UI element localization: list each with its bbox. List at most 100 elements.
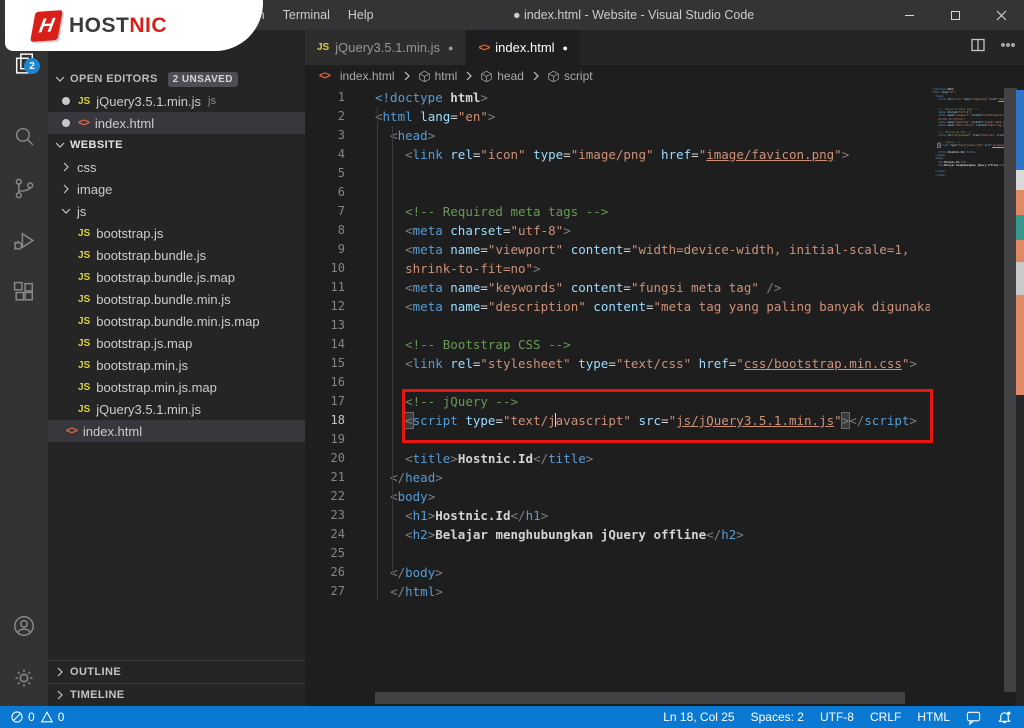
tree-file-bootstrap.min.js[interactable]: JS bootstrap.min.js [48, 354, 305, 376]
code-line[interactable]: 1 <!doctype html> [305, 88, 930, 107]
breadcrumb-item[interactable]: index.html [339, 69, 396, 83]
tree-file-index.html[interactable]: <> index.html [48, 420, 305, 442]
extensions-icon[interactable] [0, 268, 48, 316]
code-line[interactable]: 20 <title>Hostnic.Id</title> [305, 449, 930, 468]
line-number: 1 [337, 90, 345, 104]
open-editors-header[interactable]: OPEN EDITORS 2 UNSAVED [48, 68, 305, 90]
breadcrumb-item[interactable]: head [496, 69, 525, 83]
code-line[interactable]: 22 <body> [305, 487, 930, 506]
code-token: "image/png" [570, 147, 654, 162]
horizontal-scrollbar[interactable] [375, 692, 905, 704]
status-item-1[interactable]: Spaces: 2 [751, 710, 804, 724]
code-line[interactable]: 23 <h1>Hostnic.Id</h1> [305, 506, 930, 525]
minimize-button[interactable] [886, 0, 932, 30]
item-label: bootstrap.bundle.min.js [96, 291, 231, 307]
code-token: head [405, 470, 436, 485]
status-item-2[interactable]: UTF-8 [820, 710, 854, 724]
tree-folder-js[interactable]: js [48, 200, 305, 222]
code-token: rel [450, 356, 473, 371]
notifications-bell-icon[interactable] [997, 710, 1012, 725]
code-line[interactable]: 13 [305, 316, 930, 335]
code-line[interactable]: 10 shrink-to-fit=no"> [305, 259, 930, 278]
js-file-icon: JS [78, 95, 91, 107]
settings-gear-icon[interactable] [0, 654, 48, 702]
tab-index.html[interactable]: <> index.html ● [466, 30, 580, 65]
code-line[interactable]: 8 <meta charset="utf-8"> [305, 221, 930, 240]
panel-label: OUTLINE [70, 666, 122, 678]
chevron-down-icon [52, 71, 68, 87]
symbol-cube-icon [480, 70, 493, 83]
feedback-icon[interactable] [966, 710, 981, 725]
code-token: > [487, 109, 496, 124]
code-line[interactable]: 25 [305, 544, 930, 563]
open-editor-item[interactable]: <> index.html [48, 112, 305, 134]
errors-indicator[interactable]: 0 [10, 710, 35, 724]
breadcrumb: <> index.html html head script [319, 65, 594, 87]
status-item-3[interactable]: CRLF [870, 710, 901, 724]
minimap[interactable]: <!doctype html> <html lang="en"> <head> <… [932, 88, 1004, 228]
tree-file-jQuery3.5.1.min.js[interactable]: JS jQuery3.5.1.min.js [48, 398, 305, 420]
explorer-badge: 2 [24, 58, 40, 74]
js-file-icon: JS [78, 249, 91, 261]
code-line[interactable]: 14 <!-- Bootstrap CSS --> [305, 335, 930, 354]
line-content: <h1>Hostnic.Id</h1> [375, 506, 548, 525]
code-line[interactable]: 3 <head> [305, 126, 930, 145]
code-line[interactable]: 2 <html lang="en"> [305, 107, 930, 126]
code-line[interactable]: 6 [305, 183, 930, 202]
breadcrumb-item[interactable]: script [563, 69, 594, 83]
close-button[interactable] [978, 0, 1024, 30]
tree-file-bootstrap.bundle.js.map[interactable]: JS bootstrap.bundle.js.map [48, 266, 305, 288]
code-line[interactable]: 24 <h2>Belajar menghubungkan jQuery offl… [305, 525, 930, 544]
tree-file-bootstrap.min.js.map[interactable]: JS bootstrap.min.js.map [48, 376, 305, 398]
run-debug-icon[interactable] [0, 216, 48, 264]
item-label: jQuery3.5.1.min.js [96, 401, 201, 417]
open-editor-item[interactable]: JS jQuery3.5.1.min.js js [48, 90, 305, 112]
code-line[interactable]: 5 [305, 164, 930, 183]
item-label: js [77, 203, 87, 219]
code-area[interactable]: 1 <!doctype html> 2 <html lang="en"> 3 <head… [305, 88, 930, 601]
line-number: 16 [330, 375, 345, 389]
line-number: 12 [330, 299, 345, 313]
status-item-4[interactable]: HTML [917, 710, 950, 724]
tree-folder-css[interactable]: css [48, 156, 305, 178]
code-line[interactable]: 15 <link rel="stylesheet" type="text/css… [305, 354, 930, 373]
tree-file-bootstrap.js.map[interactable]: JS bootstrap.js.map [48, 332, 305, 354]
account-icon[interactable] [0, 602, 48, 650]
menu-terminal[interactable]: Terminal [274, 0, 339, 30]
line-number: 5 [337, 166, 345, 180]
status-item-0[interactable]: Ln 18, Col 25 [663, 710, 734, 724]
breadcrumb-item[interactable]: html [434, 69, 459, 83]
line-content: <!-- Required meta tags --> [375, 202, 608, 221]
code-line[interactable]: 27 </html> [305, 582, 930, 601]
tab-bar: JS jQuery3.5.1.min.js ● <> index.html ● [305, 30, 1024, 65]
menu-help[interactable]: Help [339, 0, 383, 30]
tree-folder-image[interactable]: image [48, 178, 305, 200]
source-control-icon[interactable] [0, 164, 48, 212]
code-line[interactable]: 9 <meta name="viewport" content="width=d… [305, 240, 930, 259]
maximize-button[interactable] [932, 0, 978, 30]
window-controls [886, 0, 1024, 30]
line-content: <meta name="keywords" content="fungsi me… [375, 278, 781, 297]
website-section-header[interactable]: WEBSITE [48, 134, 305, 156]
tree-file-bootstrap.bundle.min.js[interactable]: JS bootstrap.bundle.min.js [48, 288, 305, 310]
tree-file-bootstrap.bundle.js[interactable]: JS bootstrap.bundle.js [48, 244, 305, 266]
code-token: > [435, 584, 443, 599]
code-line[interactable]: 26 </body> [305, 563, 930, 582]
search-icon[interactable] [0, 112, 48, 160]
panel-timeline[interactable]: TIMELINE [48, 683, 305, 706]
more-actions-icon[interactable] [1000, 37, 1016, 58]
code-line[interactable]: 4 <link rel="icon" type="image/png" href… [305, 145, 930, 164]
warnings-indicator[interactable]: 0 [40, 710, 64, 724]
code-line[interactable]: 11 <meta name="keywords" content="fungsi… [305, 278, 930, 297]
item-label: bootstrap.js.map [96, 335, 193, 351]
code-line[interactable]: 7 <!-- Required meta tags --> [305, 202, 930, 221]
code-line[interactable]: 12 <meta name="description" content="met… [305, 297, 930, 316]
tree-file-bootstrap.js[interactable]: JS bootstrap.js [48, 222, 305, 244]
split-editor-icon[interactable] [970, 37, 986, 58]
panel-outline[interactable]: OUTLINE [48, 660, 305, 683]
tab-jQuery3.5.1.min.js[interactable]: JS jQuery3.5.1.min.js ● [305, 30, 466, 65]
code-line[interactable]: 21 </head> [305, 468, 930, 487]
minimap-line: </html> [935, 173, 946, 177]
tree-file-bootstrap.bundle.min.js.map[interactable]: JS bootstrap.bundle.min.js.map [48, 310, 305, 332]
chevron-right-icon [58, 181, 74, 197]
